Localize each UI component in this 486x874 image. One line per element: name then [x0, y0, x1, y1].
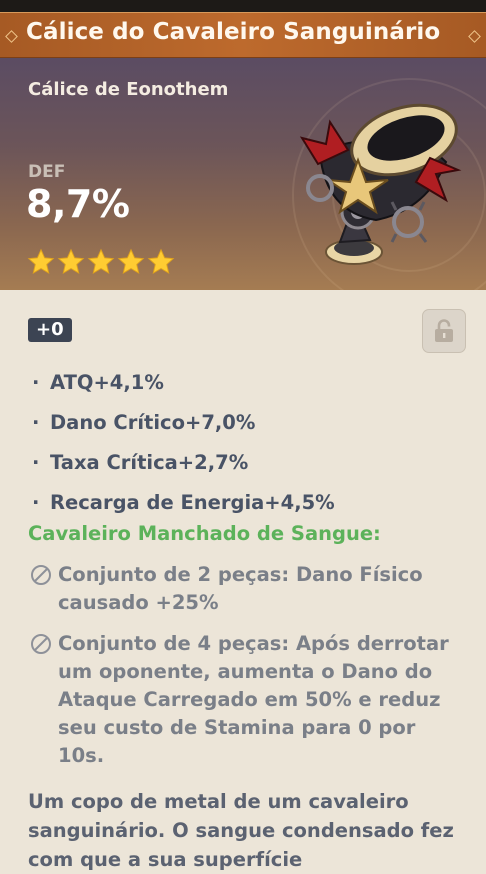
lock-open-icon: [435, 319, 453, 342]
artifact-header: Cálice de Eonothem DEF 8,7%: [0, 58, 486, 290]
artifact-type: Cálice de Eonothem: [28, 79, 229, 100]
artifact-goblet-image: [299, 103, 462, 265]
substat-item: · Dano Crítico+7,0%: [32, 411, 256, 434]
circle-slash-icon: [31, 565, 51, 585]
substat-text: Dano Crítico+7,0%: [50, 411, 256, 434]
substat-text: Taxa Crítica+2,7%: [50, 451, 249, 474]
set-name: Cavaleiro Manchado de Sangue:: [28, 522, 381, 545]
artifact-description: Um copo de metal de um cavaleiro sanguin…: [28, 790, 454, 871]
rarity-stars: [27, 248, 175, 276]
top-strip: [0, 0, 486, 12]
star-icon: [87, 248, 115, 275]
substat-list: · ATQ+4,1% · Dano Crítico+7,0% · Taxa Críti…: [32, 368, 335, 528]
main-stat-value: 8,7%: [26, 182, 130, 226]
lock-toggle-button[interactable]: [422, 309, 466, 353]
level-badge: +0: [28, 318, 72, 342]
diamond-ornament-icon: [5, 30, 18, 43]
star-icon: [117, 248, 145, 275]
set-bonus-4pc: Conjunto de 4 peças: Após derrotar um op…: [28, 630, 468, 770]
artifact-title: Cálice do Cavaleiro Sanguinário: [26, 19, 441, 45]
star-icon: [27, 248, 55, 275]
set-bonus-text: Conjunto de 4 peças: Após derrotar um op…: [58, 632, 449, 767]
substat-item: · ATQ+4,1%: [32, 371, 164, 394]
substat-text: Recarga de Energia+4,5%: [50, 491, 335, 514]
star-icon: [147, 248, 175, 275]
star-icon: [57, 248, 85, 275]
set-bonus-text: Conjunto de 2 peças: Dano Físico causado…: [58, 563, 423, 614]
substat-text: ATQ+4,1%: [50, 371, 164, 394]
title-bar: Cálice do Cavaleiro Sanguinário: [0, 12, 486, 58]
substat-item: · Taxa Crítica+2,7%: [32, 451, 249, 474]
main-stat-label: DEF: [28, 162, 66, 182]
set-bonus-2pc: Conjunto de 2 peças: Dano Físico causado…: [28, 561, 468, 617]
diamond-ornament-icon: [468, 30, 481, 43]
circle-slash-icon: [31, 634, 51, 654]
